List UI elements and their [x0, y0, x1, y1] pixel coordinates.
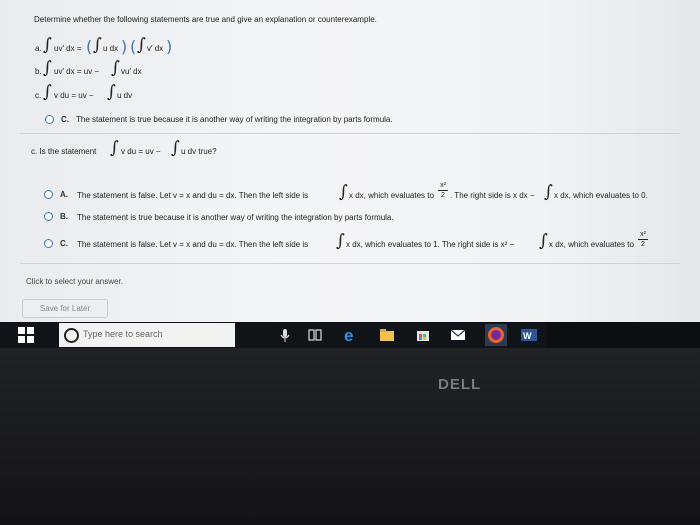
option-c-text2: x dx, which evaluates to 1. The right si…: [346, 240, 515, 249]
option-a-text2: x dx, which evaluates to: [349, 191, 434, 200]
option-a-text4: x dx, which evaluates to 0.: [554, 191, 648, 200]
integral-sign: ∫: [137, 35, 146, 55]
integral-sign: ∫: [43, 35, 52, 55]
answer-label: C.: [61, 115, 69, 124]
file-explorer-icon[interactable]: [378, 326, 396, 344]
taskbar-tray: [547, 322, 700, 348]
item-b-rhs: vu′ dx: [121, 67, 142, 76]
divider: [20, 133, 680, 134]
task-view-icon[interactable]: [306, 326, 324, 344]
fraction-denominator: 2: [438, 190, 448, 199]
fraction-numerator: x²: [440, 182, 446, 189]
item-c-text: v du = uv −: [54, 91, 94, 100]
question-panel: Determine whether the following statemen…: [0, 0, 700, 322]
option-c-label: C.: [60, 239, 68, 248]
cortana-circle-icon: [64, 328, 79, 343]
fraction: x² 2: [638, 231, 648, 248]
fraction-denominator: 2: [638, 239, 648, 248]
option-a-text1: The statement is false. Let v = x and du…: [77, 191, 309, 200]
integral-sign: ∫: [43, 82, 52, 102]
option-b-label: B.: [60, 212, 68, 221]
item-b-text: uv′ dx = uv −: [54, 67, 100, 76]
item-b-label: b.: [35, 67, 42, 76]
paren: (: [130, 37, 137, 56]
answer-radio-selected[interactable]: [45, 115, 54, 124]
item-a-rhs2: v′ dx: [147, 44, 164, 53]
answer-text: The statement is true because it is anot…: [76, 115, 393, 124]
integral-sign: ∫: [110, 138, 119, 158]
divider: [20, 263, 680, 264]
taskbar-search-box[interactable]: Type here to search: [59, 323, 235, 347]
integral-sign: ∫: [111, 58, 120, 78]
paren: (: [86, 37, 93, 56]
subq-end: u dv true?: [181, 147, 217, 156]
store-icon[interactable]: [414, 326, 432, 344]
mail-icon[interactable]: [449, 326, 467, 344]
svg-text:e: e: [344, 326, 353, 344]
fraction: x² 2: [438, 182, 448, 199]
option-c-radio[interactable]: [44, 239, 53, 248]
option-c-text1: The statement is false. Let v = x and du…: [77, 240, 309, 249]
option-a-label: A.: [60, 190, 68, 199]
integral-sign: ∫: [539, 231, 548, 251]
paren: ): [121, 37, 128, 56]
hint-text: Click to select your answer.: [26, 277, 123, 286]
option-a-radio[interactable]: [44, 190, 53, 199]
item-a-label: a.: [35, 44, 42, 53]
option-a-text3: . The right side is x dx −: [450, 191, 535, 200]
option-c-text3: x dx, which evaluates to: [549, 240, 634, 249]
item-c-rhs: u dv: [117, 91, 133, 100]
item-a-text: uv′ dx =: [54, 44, 82, 53]
edge-browser-icon[interactable]: e: [342, 326, 360, 345]
fraction-numerator: x²: [640, 231, 646, 238]
firefox-icon[interactable]: [485, 324, 507, 346]
item-c-label: c.: [35, 91, 42, 100]
option-b-radio[interactable]: [44, 212, 53, 221]
word-icon[interactable]: W: [520, 326, 538, 344]
dell-logo: DELL: [438, 376, 482, 393]
windows-start-icon[interactable]: [18, 327, 34, 343]
integral-sign: ∫: [93, 35, 102, 55]
subq-prefix: c. Is the statement: [31, 147, 97, 156]
item-a-rhs1: u dx: [103, 44, 119, 53]
integral-sign: ∫: [171, 138, 180, 158]
search-placeholder: Type here to search: [83, 329, 163, 339]
microphone-icon[interactable]: [276, 326, 294, 344]
question-prompt: Determine whether the following statemen…: [34, 15, 377, 24]
integral-sign: ∫: [43, 58, 52, 78]
integral-sign: ∫: [339, 182, 348, 202]
svg-text:W: W: [523, 331, 532, 341]
integral-sign: ∫: [336, 231, 345, 251]
laptop-bezel: [0, 348, 700, 525]
save-for-later-button[interactable]: Save for Later: [22, 299, 108, 318]
paren: ): [166, 37, 173, 56]
option-b-text: The statement is true because it is anot…: [77, 213, 394, 222]
integral-sign: ∫: [107, 82, 116, 102]
subq-mid: v du = uv −: [121, 147, 161, 156]
integral-sign: ∫: [544, 182, 553, 202]
